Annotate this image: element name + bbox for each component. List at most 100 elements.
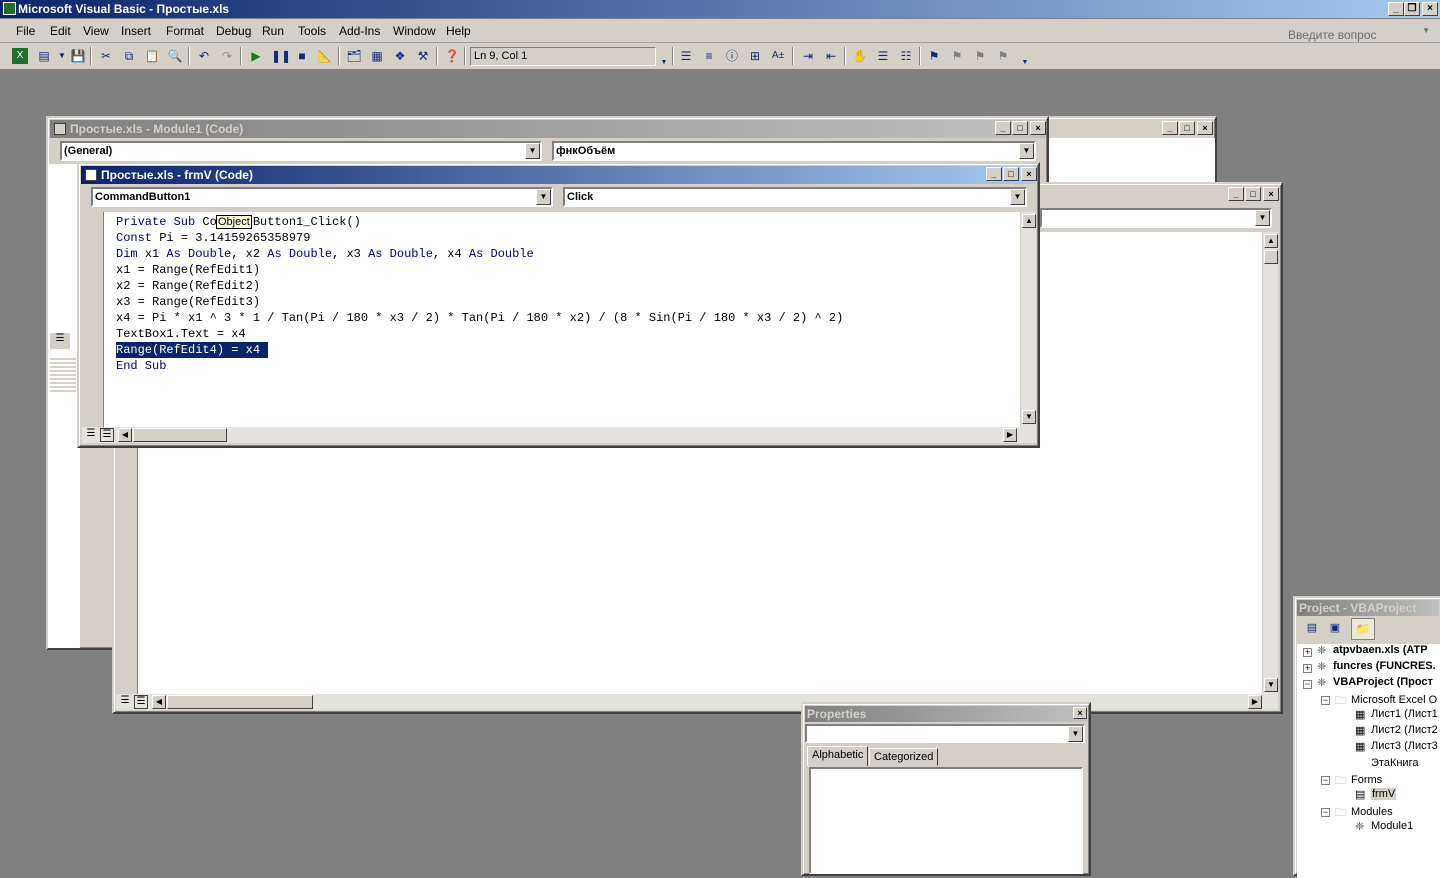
tree-item[interactable]: ❈ VBAProject (Прост (1317, 676, 1433, 689)
code-line[interactable]: TextBox1.Text = x4 (116, 326, 246, 342)
clear-bookmarks-icon[interactable]: ⚑ (995, 48, 1011, 64)
menu-format[interactable]: Format (166, 24, 204, 38)
paste-icon[interactable]: 📋 (144, 48, 160, 64)
horizontal-scrollbar[interactable]: ☰ ☰ ◀ ▶ (82, 427, 1036, 443)
expand-icon[interactable]: + (1303, 664, 1312, 673)
code-line[interactable]: Dim x1 As Double, x2 As Double, x3 As Do… (116, 246, 534, 262)
project-tree[interactable]: + ❈ atpvbaen.xls (ATP + ❈ funcres (FUNCRES… (1297, 644, 1440, 878)
chevron-down-icon[interactable]: ▼ (1255, 210, 1270, 226)
tree-item[interactable]: ❈ Module1 (1355, 820, 1413, 833)
toggle-bookmark-icon[interactable]: ⚑ (926, 48, 942, 64)
tree-item[interactable]: ▦ Лист2 (Лист2 (1355, 724, 1438, 737)
uncomment-block-icon[interactable]: ☷ (898, 48, 914, 64)
chevron-down-icon[interactable]: ▼ (54, 48, 70, 64)
outdent-icon[interactable]: ⇤ (823, 48, 839, 64)
view-excel-icon[interactable]: X (12, 48, 28, 64)
close-button[interactable]: × (1422, 2, 1438, 16)
tree-item-selected[interactable]: ▤ frmV (1355, 788, 1397, 801)
scroll-down-icon[interactable]: ▼ (1022, 410, 1036, 424)
menu-window[interactable]: Window (393, 24, 436, 38)
menu-view[interactable]: View (83, 24, 109, 38)
quick-info-icon[interactable]: ⓘ (724, 48, 740, 64)
code-line[interactable]: x1 = Range(RefEdit1) (116, 262, 260, 278)
minimize-button[interactable]: _ (995, 121, 1011, 135)
toggle-folders-icon[interactable]: 📁 (1351, 618, 1375, 640)
code-line[interactable]: x4 = Pi * x1 ^ 3 * 1 / Tan(Pi / 180 * x3… (116, 310, 843, 326)
toggle-breakpoint-icon[interactable]: ✋ (852, 48, 868, 64)
scroll-up-icon[interactable]: ▲ (1022, 214, 1036, 228)
ask-question-box[interactable]: Введите вопрос ▼ (1284, 21, 1434, 42)
collapse-icon[interactable]: − (1321, 776, 1330, 785)
procedure-view-icon[interactable]: ☰ (84, 428, 98, 442)
maximize-button[interactable]: □ (1179, 121, 1195, 135)
close-button[interactable]: × (1197, 121, 1213, 135)
horizontal-scrollbar[interactable]: ☰ ☰ ◀ ▶ (116, 694, 1278, 710)
toolbox-icon[interactable]: ⚒ (415, 48, 431, 64)
background-window-right[interactable]: _ □ × (1040, 116, 1217, 186)
insert-userform-icon[interactable]: ▤ (36, 48, 52, 64)
module1-object-combo[interactable]: (General) ▼ (60, 141, 542, 161)
code-line[interactable]: x2 = Range(RefEdit2) (116, 278, 260, 294)
collapse-icon[interactable]: − (1321, 808, 1330, 817)
parameter-info-icon[interactable]: ⊞ (747, 48, 763, 64)
restore-button[interactable]: ❐ (1404, 2, 1420, 16)
procedure-view-icon[interactable]: ☰ (118, 695, 132, 709)
properties-object-combo[interactable]: ▼ (805, 724, 1085, 743)
scroll-left-icon[interactable]: ◀ (118, 428, 132, 442)
tree-item[interactable]: ЭтаКнига (1355, 756, 1418, 769)
expand-icon[interactable]: + (1303, 648, 1312, 657)
procedure-view-icon[interactable]: ☰ (50, 333, 70, 349)
tree-item[interactable]: ❈ funcres (FUNCRES. (1317, 660, 1436, 673)
help-icon[interactable]: ❓ (444, 48, 460, 64)
menu-help[interactable]: Help (446, 24, 471, 38)
maximize-button[interactable]: □ (1012, 121, 1028, 135)
chevron-down-icon[interactable]: ▼ (525, 143, 540, 159)
full-module-view-icon[interactable]: ☰ (134, 695, 148, 709)
tree-item[interactable]: 🗀 Microsoft Excel O (1335, 692, 1437, 707)
tab-categorized[interactable]: Categorized (869, 748, 939, 766)
minimize-button[interactable]: _ (1162, 121, 1178, 135)
properties-window-icon[interactable]: ▦ (369, 48, 385, 64)
undo-icon[interactable]: ↶ (196, 48, 212, 64)
module1-procedure-combo[interactable]: фнкОбъём ▼ (552, 141, 1036, 161)
menu-addins[interactable]: Add-Ins (339, 24, 380, 38)
vertical-scrollbar[interactable]: ▲ ▼ (1262, 232, 1278, 694)
full-module-view-icon[interactable]: ☰ (100, 428, 114, 442)
redo-icon[interactable]: ↷ (219, 48, 235, 64)
code-editor[interactable]: Private Sub CommandButton1_Click() Const… (104, 212, 1020, 430)
object-browser-icon[interactable]: ❖ (392, 48, 408, 64)
toolbar-options-icon[interactable]: ▼ (656, 55, 672, 71)
maximize-button[interactable]: □ (1245, 187, 1261, 201)
splitter-handle[interactable] (50, 356, 76, 392)
menu-file[interactable]: File (16, 24, 35, 38)
properties-window[interactable]: Properties × ▼ Alphabetic Categorized (801, 702, 1091, 876)
view-code-icon[interactable]: ▤ (1303, 621, 1321, 637)
scroll-thumb[interactable] (133, 428, 227, 442)
scroll-right-icon[interactable]: ▶ (1003, 428, 1017, 442)
menu-run[interactable]: Run (262, 24, 284, 38)
chevron-down-icon[interactable]: ▼ (1068, 726, 1083, 742)
previous-bookmark-icon[interactable]: ⚑ (972, 48, 988, 64)
selected-code-line[interactable]: Range(RefEdit4) = x4 (116, 342, 269, 358)
next-bookmark-icon[interactable]: ⚑ (949, 48, 965, 64)
chevron-down-icon[interactable]: ▼ (536, 189, 551, 205)
toolbar-options-icon[interactable]: ▼ (1017, 55, 1033, 71)
collapse-icon[interactable]: − (1303, 680, 1312, 689)
complete-word-icon[interactable]: A± (770, 48, 786, 64)
tree-item[interactable]: ▦ Лист3 (Лист3 (1355, 740, 1438, 753)
properties-grid[interactable] (809, 767, 1083, 874)
background-procedure-combo[interactable]: ▼ (1040, 208, 1272, 228)
frmv-code-window[interactable]: Простые.xls - frmV (Code) _ □ × CommandB… (77, 162, 1040, 448)
copy-icon[interactable]: ⧉ (121, 48, 137, 64)
menu-tools[interactable]: Tools (298, 24, 326, 38)
scroll-left-icon[interactable]: ◀ (152, 695, 166, 709)
module1-code-area[interactable] (48, 164, 80, 648)
vertical-scrollbar[interactable]: ▲ ▼ (1020, 212, 1036, 430)
menu-edit[interactable]: Edit (50, 24, 71, 38)
scroll-thumb[interactable] (167, 695, 313, 709)
code-line[interactable]: Const Pi = 3.14159265358979 (116, 230, 310, 246)
indent-icon[interactable]: ⇥ (800, 48, 816, 64)
scroll-thumb[interactable] (1264, 250, 1278, 264)
minimize-button[interactable]: _ (1228, 187, 1244, 201)
chevron-down-icon[interactable]: ▼ (1010, 189, 1025, 205)
